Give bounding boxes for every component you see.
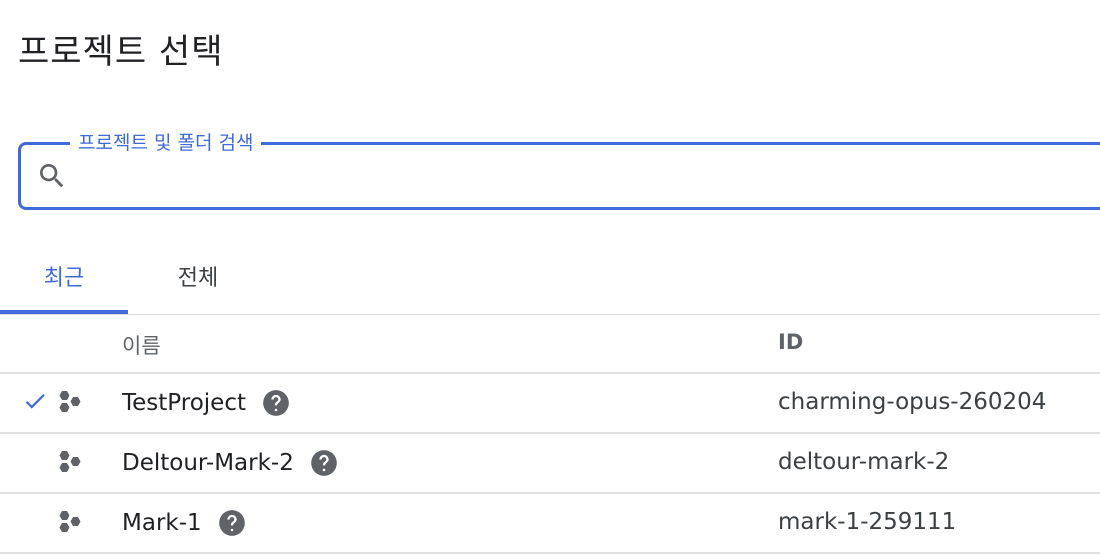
column-header-id[interactable]: ID bbox=[778, 330, 803, 354]
project-id: charming-opus-260204 bbox=[778, 389, 1047, 415]
project-name: Deltour-Mark-2 bbox=[122, 449, 338, 477]
row-divider bbox=[0, 552, 1100, 554]
search-input[interactable] bbox=[80, 150, 1094, 204]
project-id: deltour-mark-2 bbox=[778, 449, 950, 475]
project-id: mark-1-259111 bbox=[778, 509, 957, 535]
project-name: TestProject bbox=[122, 389, 290, 417]
help-icon[interactable] bbox=[218, 509, 246, 537]
table-row-mark-1[interactable]: Mark-1 mark-1-259111 bbox=[0, 494, 1100, 552]
project-name: Mark-1 bbox=[122, 509, 246, 537]
help-icon[interactable] bbox=[262, 389, 290, 417]
project-name-text: Mark-1 bbox=[122, 510, 202, 536]
column-header-name[interactable]: 이름 bbox=[122, 330, 161, 360]
project-name-text: TestProject bbox=[122, 390, 246, 416]
table-row-testproject[interactable]: TestProject charming-opus-260204 bbox=[0, 374, 1100, 432]
project-hexagon-icon bbox=[59, 511, 81, 532]
check-icon bbox=[25, 394, 45, 409]
page-title: 프로젝트 선택 bbox=[18, 32, 224, 72]
project-hexagon-icon bbox=[59, 391, 81, 412]
tab-all[interactable]: 전체 bbox=[128, 260, 268, 312]
project-hexagon-icon bbox=[59, 451, 81, 472]
help-icon[interactable] bbox=[310, 449, 338, 477]
search-icon bbox=[40, 164, 64, 188]
project-picker-dialog: 프로젝트 선택 프로젝트 및 폴더 검색 최근 전체 이름 ID TestPro… bbox=[0, 0, 1100, 556]
tab-recent[interactable]: 최근 bbox=[0, 260, 128, 312]
project-name-text: Deltour-Mark-2 bbox=[122, 450, 294, 476]
tabs-divider bbox=[0, 314, 1100, 315]
table-row-deltour-mark-2[interactable]: Deltour-Mark-2 deltour-mark-2 bbox=[0, 434, 1100, 492]
